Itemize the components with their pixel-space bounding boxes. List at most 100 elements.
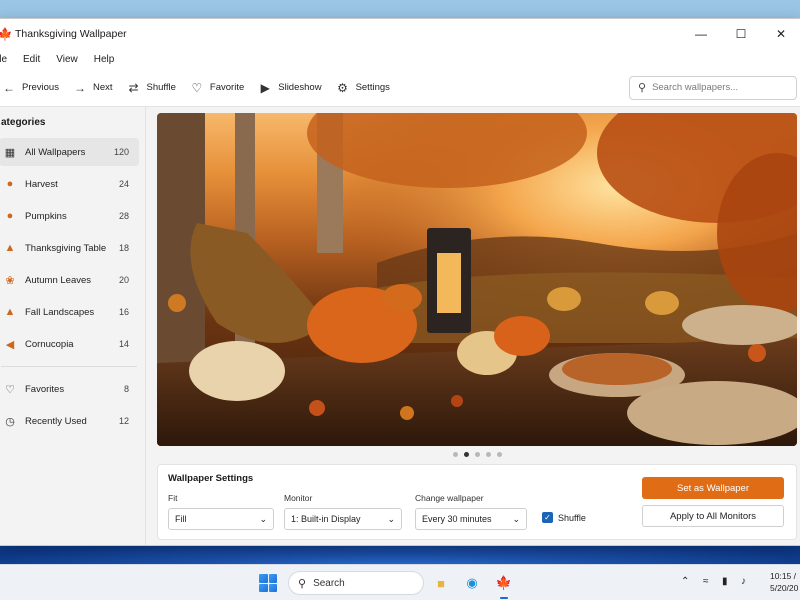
sidebar-item-recently-used[interactable]: ◷ Recently Used 12: [0, 407, 139, 435]
title-bar: 🍁 Thanksgiving Wallpaper — ☐ ✕: [0, 19, 800, 49]
fit-field: Fit Fill ⌄: [168, 493, 274, 530]
taskbar-search[interactable]: ⚲ Search: [288, 571, 424, 595]
chevron-down-icon: ⌄: [387, 513, 395, 524]
change-wallpaper-field: Change wallpaper Every 30 minutes ⌄: [415, 493, 527, 530]
sidebar-item-cornucopia[interactable]: ◀ Cornucopia 14: [0, 330, 139, 358]
search-input[interactable]: [652, 82, 783, 93]
battery-icon[interactable]: ▮: [722, 576, 728, 587]
next-label: Next: [92, 82, 113, 93]
sidebar-item-pumpkins[interactable]: ● Pumpkins 28: [0, 202, 139, 230]
carousel-indicator: [157, 446, 797, 464]
sidebar-item-fall-landscapes[interactable]: ▲ Fall Landscapes 16: [0, 298, 139, 326]
wallpaper-preview[interactable]: [157, 113, 797, 446]
leaf-icon: ❀: [5, 274, 15, 287]
shuffle-button[interactable]: ⇄ Shuffle: [124, 81, 187, 95]
monitor-select[interactable]: 1: Built-in Display ⌄: [284, 508, 402, 530]
pumpkin-icon: ●: [6, 178, 14, 190]
change-wallpaper-label: Change wallpaper: [415, 493, 484, 503]
set-as-wallpaper-button[interactable]: Set as Wallpaper: [642, 477, 784, 499]
fit-select[interactable]: Fill ⌄: [168, 508, 274, 530]
menu-help[interactable]: Help: [86, 54, 123, 65]
chevron-down-icon: ⌄: [259, 513, 267, 524]
menu-file[interactable]: ile: [0, 54, 15, 65]
previous-label: Previous: [22, 82, 59, 93]
toolbar: ← Previous → Next ⇄ Shuffle ♡ Favorite ▶…: [0, 69, 800, 107]
arrow-right-icon: →: [73, 80, 86, 95]
monitor-value: 1: Built-in Display: [291, 514, 361, 524]
desktop-wallpaper: [0, 544, 800, 564]
menu-view[interactable]: View: [48, 54, 86, 65]
carousel-dot-active[interactable]: [463, 452, 469, 457]
taskbar-search-label: Search: [313, 577, 345, 589]
menu-bar: ile Edit View Help: [0, 49, 800, 69]
sidebar-item-all-wallpapers[interactable]: ▦ All Wallpapers 120: [0, 138, 139, 166]
system-clock[interactable]: 10:15 / 5/20/20: [770, 570, 798, 594]
sidebar-item-count: 28: [118, 211, 129, 221]
clock-date: 5/20/20: [770, 583, 799, 593]
search-icon: ⚲: [638, 82, 647, 94]
file-explorer-icon[interactable]: ■: [431, 573, 451, 593]
chevron-down-icon: ⌄: [512, 513, 520, 524]
sidebar: ategories ▦ All Wallpapers 120 ● Harvest…: [0, 107, 146, 545]
shuffle-icon: ⇄: [128, 80, 139, 95]
landscape-icon: ▲: [4, 306, 16, 318]
grid-icon: ▦: [4, 146, 16, 159]
sidebar-divider: [1, 366, 137, 367]
wifi-icon[interactable]: ≈: [703, 576, 709, 587]
main-content: Wallpaper Settings Fit Fill ⌄ Monitor 1:…: [146, 107, 800, 545]
slideshow-button[interactable]: ▶ Slideshow: [255, 81, 332, 95]
thanksgiving-wallpaper-app-icon[interactable]: 🍁: [494, 573, 514, 599]
sidebar-item-label: Harvest: [25, 178, 58, 190]
slideshow-icon: ▶: [260, 80, 270, 95]
change-wallpaper-value: Every 30 minutes: [422, 514, 492, 524]
wallpaper-settings-panel: Wallpaper Settings Fit Fill ⌄ Monitor 1:…: [157, 464, 797, 540]
shuffle-checkbox-label: Shuffle: [558, 512, 586, 523]
turkey-icon: ▲: [4, 242, 16, 254]
sidebar-item-harvest[interactable]: ● Harvest 24: [0, 170, 139, 198]
carousel-dot[interactable]: [452, 452, 458, 457]
sidebar-item-favorites[interactable]: ♡ Favorites 8: [0, 375, 139, 403]
shuffle-checkbox[interactable]: ✓ Shuffle: [542, 512, 586, 523]
carousel-dot[interactable]: [485, 452, 491, 457]
taskbar: ⚲ Search ■ ◉ 🍁 ⌃ ≈ ▮ ♪ 10:15 / 5/20/20: [0, 564, 800, 600]
window-title: Thanksgiving Wallpaper: [15, 28, 127, 40]
menu-edit[interactable]: Edit: [15, 54, 48, 65]
maple-leaf-icon: 🍁: [0, 27, 13, 41]
slideshow-label: Slideshow: [278, 82, 322, 93]
favorite-button[interactable]: ♡ Favorite: [187, 81, 255, 95]
sidebar-item-label: Favorites: [25, 383, 65, 395]
sidebar-item-label: Fall Landscapes: [25, 306, 95, 318]
windows-logo-icon: [268, 583, 277, 592]
start-button[interactable]: [259, 574, 277, 592]
apply-to-all-monitors-button[interactable]: Apply to All Monitors: [642, 505, 784, 527]
sidebar-item-autumn-leaves[interactable]: ❀ Autumn Leaves 20: [0, 266, 139, 294]
maximize-button[interactable]: ☐: [721, 19, 761, 49]
sidebar-item-label: Cornucopia: [25, 338, 74, 350]
sidebar-item-count: 18: [118, 243, 129, 253]
volume-icon[interactable]: ♪: [741, 576, 746, 587]
sidebar-item-thanksgiving-table[interactable]: ▲ Thanksgiving Table 18: [0, 234, 139, 262]
pumpkin-icon: ●: [6, 210, 14, 222]
fit-label: Fit: [168, 493, 178, 503]
sidebar-item-label: Autumn Leaves: [25, 274, 92, 286]
monitor-label: Monitor: [284, 493, 313, 503]
change-wallpaper-select[interactable]: Every 30 minutes ⌄: [415, 508, 527, 530]
carousel-dot[interactable]: [474, 452, 480, 457]
search-icon: ⚲: [298, 577, 307, 590]
minimize-button[interactable]: —: [681, 19, 721, 49]
windows-logo-icon: [259, 583, 268, 592]
settings-button[interactable]: ⚙ Settings: [333, 81, 401, 95]
close-button[interactable]: ✕: [761, 19, 800, 49]
search-box[interactable]: ⚲: [629, 75, 797, 100]
favorite-label: Favorite: [209, 82, 245, 93]
thanksgiving-scene-image: [157, 113, 797, 446]
previous-button[interactable]: ← Previous: [0, 81, 70, 95]
app-window: 🍁 Thanksgiving Wallpaper — ☐ ✕ ile Edit …: [0, 18, 800, 546]
carousel-dot[interactable]: [496, 452, 502, 457]
arrow-left-icon: ←: [3, 80, 15, 95]
edge-browser-icon[interactable]: ◉: [462, 573, 482, 593]
chevron-up-icon[interactable]: ⌃: [681, 576, 689, 587]
next-button[interactable]: → Next: [70, 81, 124, 95]
sidebar-item-count: 12: [118, 416, 129, 426]
sidebar-item-count: 8: [123, 384, 129, 394]
